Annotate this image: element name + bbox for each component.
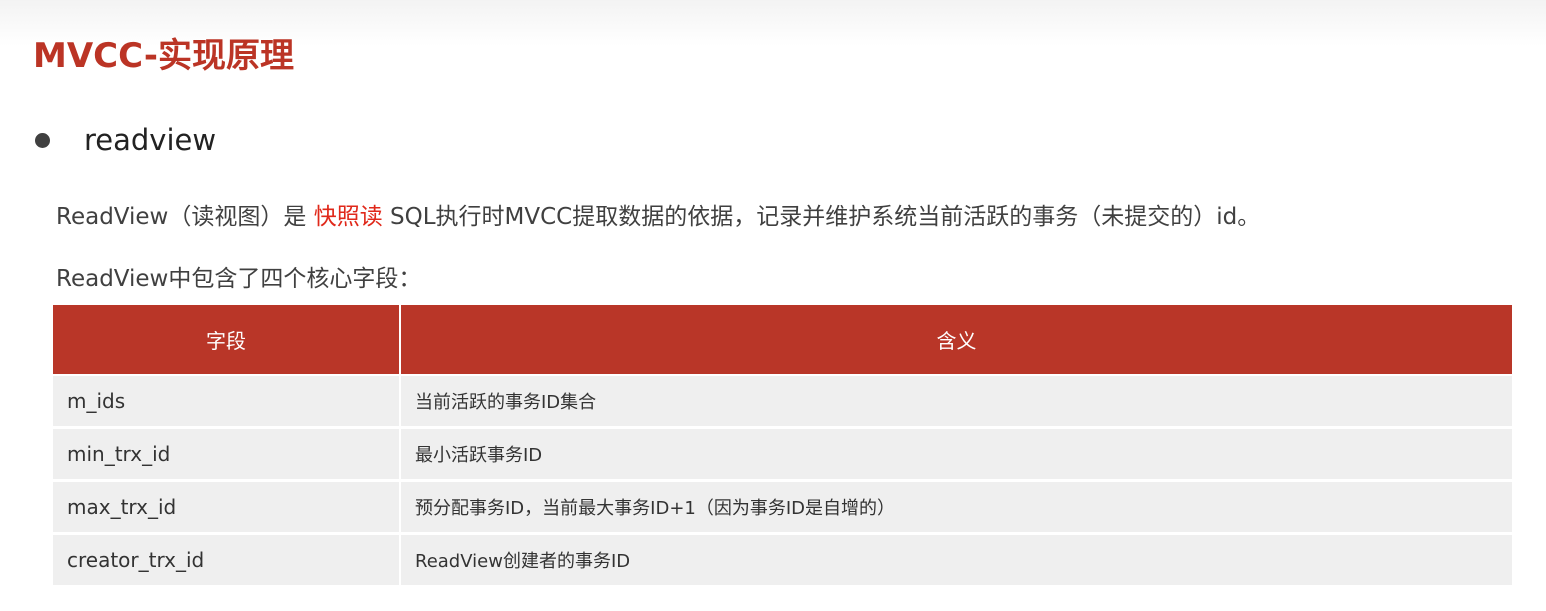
fields-table: 字段 含义 m_ids 当前活跃的事务ID集合 min_trx_id 最小活跃事… (53, 305, 1512, 585)
field-name-cell: creator_trx_id (53, 533, 401, 585)
table-row: min_trx_id 最小活跃事务ID (53, 427, 1512, 482)
field-name-cell: min_trx_id (53, 427, 401, 482)
field-meaning-cell: ReadView创建者的事务ID (400, 533, 1512, 585)
slide-title: MVCC-实现原理 (33, 36, 294, 76)
field-meaning-cell: 预分配事务ID，当前最大事务ID+1（因为事务ID是自增的） (400, 480, 1512, 535)
field-name-cell: m_ids (53, 375, 401, 429)
readview-description: ReadView（读视图）是 快照读 SQL执行时MVCC提取数据的依据，记录并… (56, 202, 1260, 232)
table-header-row: 字段 含义 (53, 305, 1512, 376)
description-text-before: ReadView（读视图）是 (56, 204, 314, 230)
field-name-cell: max_trx_id (53, 480, 401, 535)
fields-intro: ReadView中包含了四个核心字段： (56, 266, 422, 292)
column-header-meaning: 含义 (400, 305, 1512, 376)
field-meaning-cell: 当前活跃的事务ID集合 (400, 375, 1512, 429)
column-header-field: 字段 (53, 305, 401, 376)
bullet-dot (35, 133, 50, 148)
description-text-after: SQL执行时MVCC提取数据的依据，记录并维护系统当前活跃的事务（未提交的）id… (382, 204, 1261, 230)
highlight-snapshot-read: 快照读 (313, 204, 383, 230)
table-row: max_trx_id 预分配事务ID，当前最大事务ID+1（因为事务ID是自增的… (53, 480, 1512, 535)
table-row: m_ids 当前活跃的事务ID集合 (53, 375, 1512, 429)
bullet-text: readview (84, 123, 217, 157)
table-row: creator_trx_id ReadView创建者的事务ID (53, 533, 1512, 585)
field-meaning-cell: 最小活跃事务ID (400, 427, 1512, 482)
